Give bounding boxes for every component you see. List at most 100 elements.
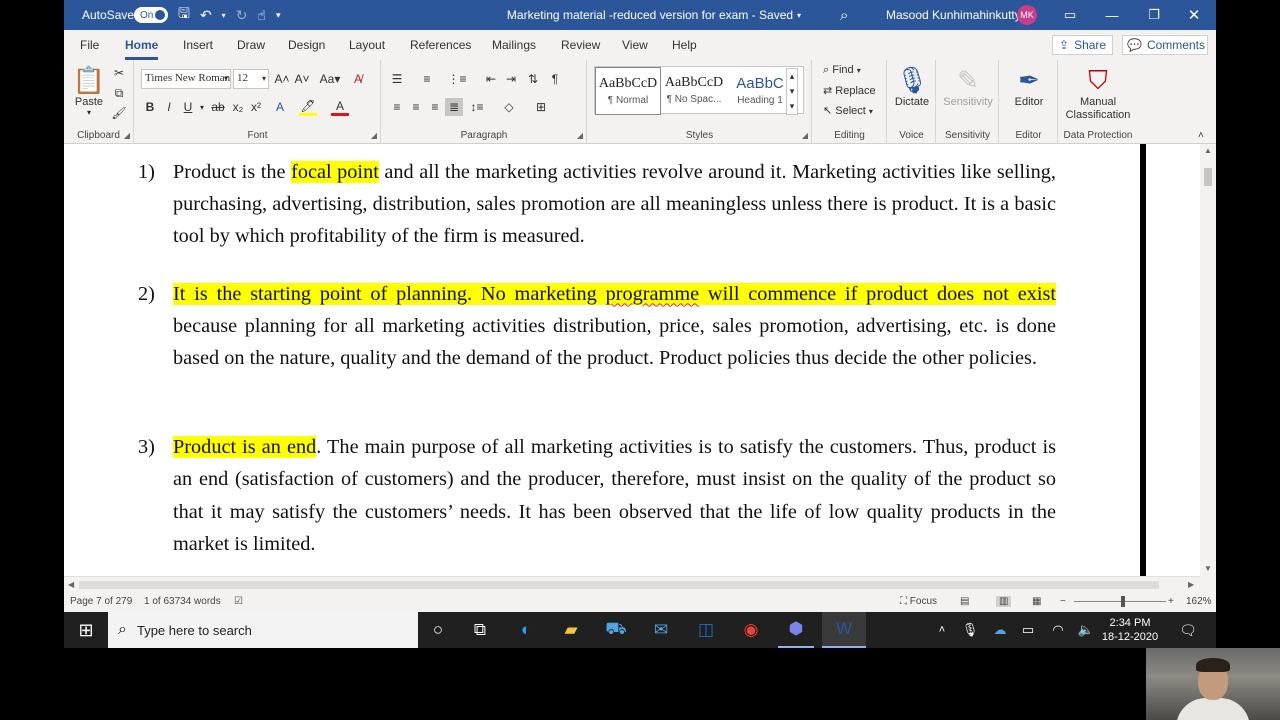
gallery-scroll-icon[interactable]: ▴ ▾ ▾ [786, 68, 798, 115]
share-button[interactable]: ⇪ Share [1052, 35, 1114, 55]
find-button[interactable]: ⌕ Find ▾ [823, 64, 861, 77]
edge-icon[interactable]: ◐ [508, 612, 544, 648]
customize-qat-icon[interactable]: ▾ [276, 10, 281, 21]
shrink-font-icon[interactable]: A˅ [293, 70, 311, 88]
dialog-launcher-icon[interactable]: ◢ [124, 131, 130, 140]
style-heading-1[interactable]: AaBbC Heading 1 [727, 67, 793, 115]
word-count[interactable]: 1 of 63734 words [144, 596, 221, 607]
font-color-icon[interactable]: A [331, 98, 349, 116]
text-effects-icon[interactable]: A [271, 98, 289, 116]
undo-dropdown-icon[interactable]: ▾ [222, 11, 226, 20]
minimize-icon[interactable]: — [1092, 0, 1132, 30]
undo-icon[interactable]: ↶ [200, 7, 212, 24]
select-button[interactable]: ↖ Select ▾ [823, 104, 873, 117]
tab-view[interactable]: View [622, 38, 648, 52]
cut-icon[interactable]: ✂ [110, 64, 128, 82]
taskbar-clock[interactable]: 2:34 PM 18-12-2020 [1100, 612, 1160, 648]
italic-icon[interactable]: I [160, 98, 178, 116]
taskbar-search[interactable]: ⌕ Type here to search [108, 612, 418, 648]
zoom-out-icon[interactable]: − [1060, 596, 1066, 607]
collapse-ribbon-icon[interactable]: ˄ [1198, 130, 1204, 141]
dialog-launcher-icon[interactable]: ◢ [802, 131, 808, 140]
change-case-icon[interactable]: Aa▾ [317, 70, 343, 88]
strikethrough-icon[interactable]: ab [209, 98, 227, 116]
scroll-thumb[interactable] [1204, 168, 1212, 186]
tab-layout[interactable]: Layout [349, 38, 385, 52]
tab-insert[interactable]: Insert [183, 38, 213, 52]
manual-classification-button[interactable]: ⛉ Manual Classification [1061, 64, 1135, 122]
tab-help[interactable]: Help [672, 38, 697, 52]
document-canvas[interactable]: 1) Product is the focal point and all the… [64, 144, 1216, 578]
dialog-launcher-icon[interactable]: ◢ [371, 131, 377, 140]
bold-icon[interactable]: B [141, 98, 159, 116]
copy-icon[interactable]: ⧉ [110, 84, 128, 102]
multilevel-list-icon[interactable]: ⋮≡ [448, 70, 467, 88]
word-taskbar-icon[interactable]: W [822, 612, 866, 648]
numbering-icon[interactable]: ≡ [418, 70, 436, 88]
dictate-button[interactable]: 🎙 Dictate [890, 64, 934, 108]
outlook-icon[interactable]: ◫ [688, 612, 724, 648]
chevron-down-icon[interactable]: ▾ [262, 74, 266, 83]
user-name[interactable]: Masood Kunhimahinkutty [886, 0, 1021, 30]
chevron-down-icon[interactable]: ▾ [224, 74, 228, 83]
file-explorer-icon[interactable]: ▰ [553, 612, 589, 648]
align-center-icon[interactable]: ≡ [407, 98, 425, 116]
comments-button[interactable]: 💬 Comments [1122, 35, 1208, 55]
web-layout-icon[interactable]: ▦ [1032, 596, 1041, 607]
highlight-icon[interactable]: 🖊 [299, 98, 317, 116]
spelling-error-text[interactable]: programme [605, 282, 700, 305]
volume-icon[interactable]: 🔈 [1068, 612, 1104, 648]
mail-icon[interactable]: ✉ [643, 612, 679, 648]
store-icon[interactable]: ⛟ [598, 612, 634, 648]
focus-button[interactable]: ⛶ Focus [900, 596, 937, 607]
notifications-icon[interactable]: 🗨 [1170, 612, 1206, 648]
justify-icon[interactable]: ≣ [445, 98, 463, 116]
document-body[interactable]: 1) Product is the focal point and all the… [138, 156, 1056, 560]
ribbon-display-icon[interactable]: ▭ [1050, 0, 1090, 30]
cortana-icon[interactable]: ○ [420, 612, 456, 648]
restore-icon[interactable]: ❐ [1134, 0, 1174, 30]
sensitivity-button[interactable]: ✎ Sensitivity [939, 64, 997, 108]
replace-button[interactable]: ⇄ Replace [823, 84, 876, 97]
chrome-icon[interactable]: ◉ [733, 612, 769, 648]
paste-button[interactable]: 📋 Paste ▾ [72, 64, 106, 117]
proofing-icon[interactable]: ☑ [234, 596, 243, 607]
tab-file[interactable]: File [80, 38, 99, 52]
shading-icon[interactable]: ◇ [500, 98, 518, 116]
zoom-level[interactable]: 162% [1186, 596, 1212, 607]
windows-start-icon[interactable]: ⊞ [68, 612, 104, 648]
page-count[interactable]: Page 7 of 279 [70, 596, 132, 607]
editor-button[interactable]: ✒ Editor [1004, 64, 1054, 108]
close-icon[interactable]: ✕ [1174, 0, 1214, 30]
read-mode-icon[interactable]: ▤ [960, 596, 969, 607]
superscript-icon[interactable]: x² [247, 98, 265, 116]
vertical-scrollbar[interactable]: ▲ ▼ [1200, 144, 1216, 578]
save-icon[interactable]: 🖫 [178, 3, 190, 27]
zoom-slider-thumb[interactable] [1121, 596, 1125, 607]
list-item[interactable]: 1) Product is the focal point and all the… [138, 156, 1056, 253]
grow-font-icon[interactable]: A˄ [273, 70, 291, 88]
tab-review[interactable]: Review [561, 38, 600, 52]
scroll-up-icon[interactable]: ▲ [1204, 146, 1212, 155]
horizontal-scrollbar[interactable]: ◀ ▶ [64, 576, 1200, 592]
scroll-down-icon[interactable]: ▼ [1204, 564, 1212, 573]
autosave-toggle[interactable]: On [134, 7, 168, 23]
increase-indent-icon[interactable]: ⇥ [502, 70, 520, 88]
touch-mode-icon[interactable]: ☝ [257, 7, 266, 24]
tab-home[interactable]: Home [125, 38, 159, 60]
scroll-thumb[interactable] [79, 581, 1159, 589]
tab-draw[interactable]: Draw [237, 38, 265, 52]
sort-icon[interactable]: ⇅ [524, 70, 542, 88]
zoom-slider[interactable] [1074, 601, 1166, 602]
list-item[interactable]: 2) It is the starting point of planning. … [138, 278, 1056, 375]
clear-formatting-icon[interactable]: A̸ [349, 70, 367, 88]
dialog-launcher-icon[interactable]: ◢ [577, 131, 583, 140]
font-name-input[interactable]: Times New Roman [141, 69, 231, 89]
tab-references[interactable]: References [410, 38, 471, 52]
subscript-icon[interactable]: x₂ [229, 98, 247, 116]
bullets-icon[interactable]: ☰ [388, 70, 406, 88]
scroll-right-icon[interactable]: ▶ [1188, 580, 1194, 589]
align-right-icon[interactable]: ≡ [426, 98, 444, 116]
format-painter-icon[interactable]: 🖌 [110, 104, 128, 122]
print-layout-icon[interactable]: ▥ [996, 596, 1012, 607]
